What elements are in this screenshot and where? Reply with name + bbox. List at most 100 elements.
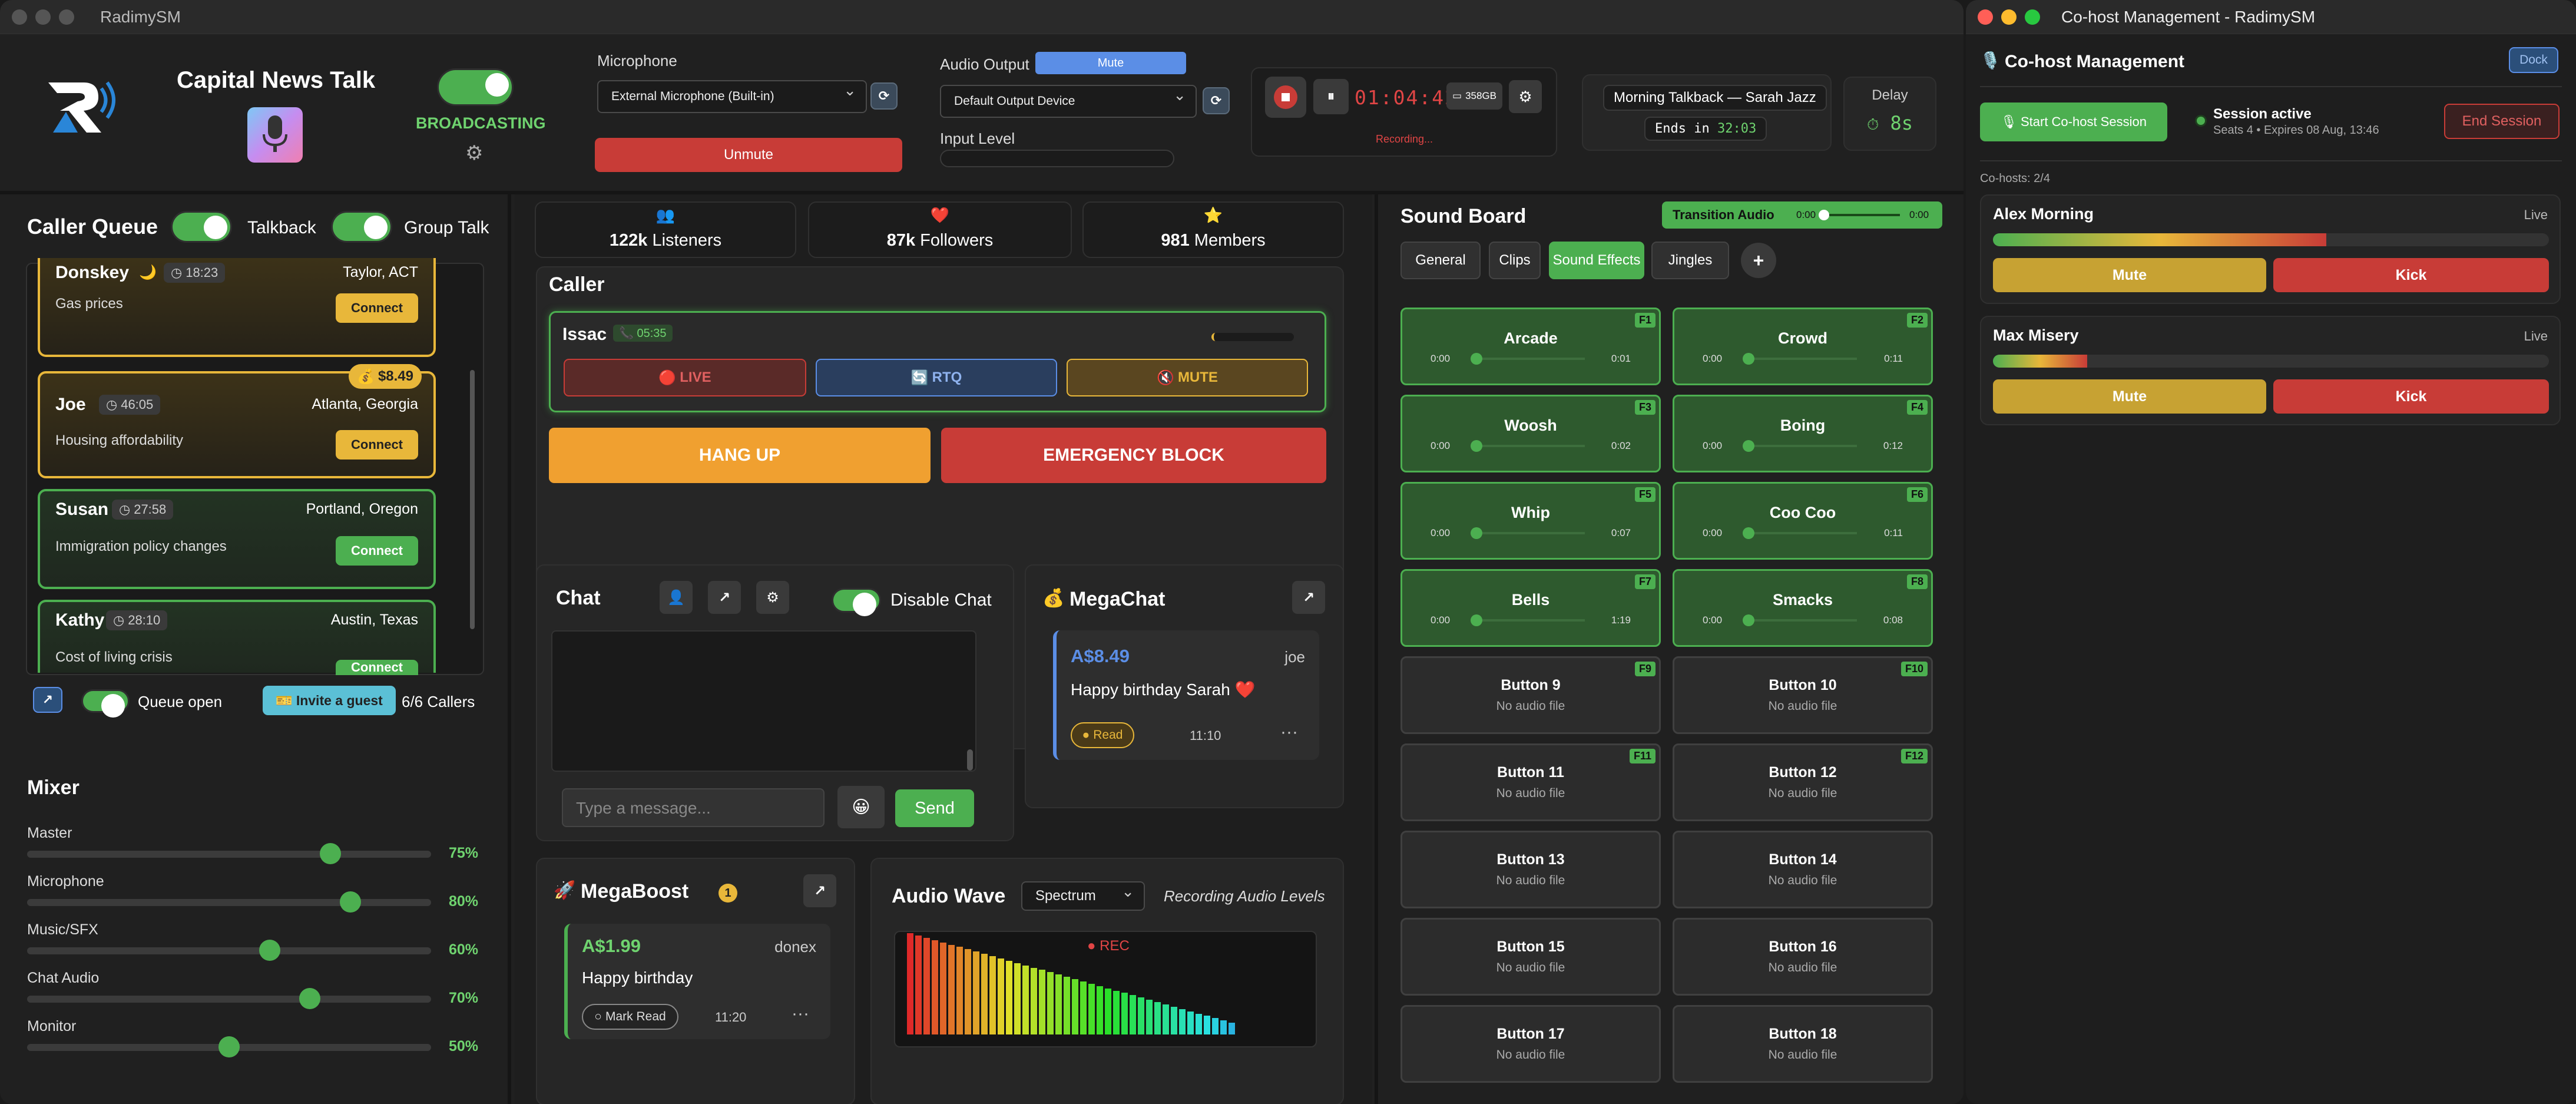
connect-button[interactable]: Connect [336,430,418,460]
record-stop-button[interactable] [1265,77,1306,118]
sound-button[interactable]: Button 18 No audio file [1673,1005,1933,1083]
mixer-slider[interactable] [27,940,431,961]
mixer-slider[interactable] [27,1036,431,1057]
sound-button[interactable]: F12 Button 12 No audio file [1673,743,1933,821]
queue-caller-card[interactable]: Kathy ◷ 28:10 Austin, Texas Cost of livi… [38,600,436,675]
invite-guest-button[interactable]: 🎫 Invite a guest [263,686,396,715]
group-talk-toggle[interactable] [331,211,392,243]
connect-button[interactable]: Connect [336,660,418,675]
sound-button[interactable]: Button 13 No audio file [1400,831,1661,908]
mute-output-button[interactable]: Mute [1035,52,1186,74]
sound-button[interactable]: F10 Button 10 No audio file [1673,656,1933,734]
sound-progress-knob[interactable] [1743,614,1754,626]
queue-caller-card[interactable]: Donskey 🌙 ◷ 18:23 Taylor, ACT Gas prices… [38,258,436,357]
soundboard-tab[interactable]: Jingles [1651,242,1729,279]
sound-button[interactable]: Button 15 No audio file [1400,918,1661,996]
megachat-popout-button[interactable]: ↗ [1292,581,1325,614]
output-device-select[interactable]: Default Output Device [940,85,1197,118]
connect-button[interactable]: Connect [336,293,418,323]
queue-open-toggle[interactable] [81,689,130,718]
zoom-window-button[interactable] [59,9,74,25]
minimize-window-button[interactable] [35,9,51,25]
sound-button[interactable]: F7 Bells 0:00 1:19 [1400,569,1661,647]
pause-button[interactable]: ⏸ [1313,79,1349,114]
sound-progress-knob[interactable] [1743,353,1754,365]
close-window-button[interactable] [12,9,27,25]
queue-caller-card[interactable]: Joe ◷ 46:05 Atlanta, Georgia Housing aff… [38,364,436,478]
emergency-block-button[interactable]: EMERGENCY BLOCK [941,428,1326,483]
mixer-slider[interactable] [27,843,431,864]
sound-button[interactable]: F5 Whip 0:00 0:07 [1400,482,1661,560]
station-settings-icon[interactable]: ⚙ [465,141,483,165]
chat-input[interactable]: Type a message... [562,788,825,827]
sound-button[interactable]: Button 17 No audio file [1400,1005,1661,1083]
hang-up-button[interactable]: HANG UP [549,428,931,483]
unmute-button[interactable]: Unmute [595,138,902,172]
mixer-slider[interactable] [27,988,431,1009]
sound-button[interactable]: F2 Crowd 0:00 0:11 [1673,308,1933,385]
output-refresh-button[interactable]: ⟳ [1203,87,1230,114]
mixer-slider-knob[interactable] [299,988,321,1009]
recorder-settings-button[interactable]: ⚙ [1509,80,1542,113]
soundboard-tab[interactable]: Clips [1489,242,1541,279]
mixer-slider-knob[interactable] [339,891,361,913]
sound-button[interactable]: Button 16 No audio file [1673,918,1933,996]
sound-button[interactable]: F8 Smacks 0:00 0:08 [1673,569,1933,647]
microphone-refresh-button[interactable]: ⟳ [870,82,898,110]
mark-read-button[interactable]: ○ Mark Read [582,1004,678,1030]
mixer-slider[interactable] [27,891,431,913]
mixer-slider-knob[interactable] [259,940,280,961]
cohost-kick-button[interactable]: Kick [2273,379,2549,414]
dock-button[interactable]: Dock [2509,47,2558,73]
disable-chat-toggle[interactable] [832,588,881,616]
soundboard-tab[interactable]: General [1400,242,1481,279]
transition-audio-bar[interactable]: Transition Audio 0:00 0:00 [1662,201,1942,229]
cohost-kick-button[interactable]: Kick [2273,258,2549,292]
megaboost-card[interactable]: A$1.99 donex Happy birthday ○ Mark Read … [564,924,830,1039]
sound-button[interactable]: F3 Woosh 0:00 0:02 [1400,395,1661,472]
megachat-more-icon[interactable]: ··· [1280,722,1298,742]
mixer-slider-knob[interactable] [319,843,341,864]
megaboost-more-icon[interactable]: ··· [792,1004,809,1024]
popout-queue-button[interactable]: ↗ [33,687,62,713]
start-cohost-session-button[interactable]: 🎙 Start Co-host Session [1980,103,2167,141]
chat-popout-button[interactable]: ↗ [708,581,741,614]
send-button[interactable]: Send [895,789,974,827]
rtq-button[interactable]: 🔄 RTQ [816,359,1057,396]
chat-users-button[interactable]: 👤 [660,581,693,614]
sound-progress-knob[interactable] [1471,440,1482,452]
close-window-button[interactable] [1978,9,1993,25]
broadcast-toggle[interactable] [437,68,514,106]
emoji-button[interactable]: 😀 [837,786,885,828]
chat-scrollbar[interactable] [967,749,973,771]
sound-button[interactable]: F4 Boing 0:00 0:12 [1673,395,1933,472]
talkback-toggle[interactable] [171,211,232,243]
megachat-card[interactable]: A$8.49 joe Happy birthday Sarah ❤️ ● Rea… [1053,630,1319,760]
sound-progress-knob[interactable] [1471,614,1482,626]
sound-button[interactable]: F1 Arcade 0:00 0:01 [1400,308,1661,385]
chat-messages[interactable] [551,630,976,772]
queue-caller-card[interactable]: Susan ◷ 27:58 Portland, Oregon Immigrati… [38,489,436,589]
live-button[interactable]: 🔴 LIVE [564,359,806,396]
sound-progress-knob[interactable] [1743,527,1754,539]
cohost-mute-button[interactable]: Mute [1993,379,2266,414]
sound-button[interactable]: F9 Button 9 No audio file [1400,656,1661,734]
connect-button[interactable]: Connect [336,536,418,566]
wave-mode-select[interactable]: Spectrum [1021,881,1145,911]
sound-progress-knob[interactable] [1743,440,1754,452]
microphone-select[interactable]: External Microphone (Built-in) [597,80,867,113]
mute-caller-button[interactable]: 🔇 MUTE [1067,359,1308,396]
sound-button[interactable]: F11 Button 11 No audio file [1400,743,1661,821]
cohost-mute-button[interactable]: Mute [1993,258,2266,292]
soundboard-tab[interactable]: Sound Effects [1549,242,1644,279]
transition-knob[interactable] [1819,210,1829,220]
mixer-slider-knob[interactable] [218,1036,240,1057]
add-tab-button[interactable]: + [1741,243,1776,278]
end-session-button[interactable]: End Session [2444,104,2560,139]
chat-settings-button[interactable]: ⚙ [756,581,789,614]
queue-scrollbar[interactable] [470,370,475,629]
zoom-window-button[interactable] [2025,9,2040,25]
sound-button[interactable]: F6 Coo Coo 0:00 0:11 [1673,482,1933,560]
sound-button[interactable]: Button 14 No audio file [1673,831,1933,908]
megachat-read-button[interactable]: ● Read [1071,722,1134,748]
